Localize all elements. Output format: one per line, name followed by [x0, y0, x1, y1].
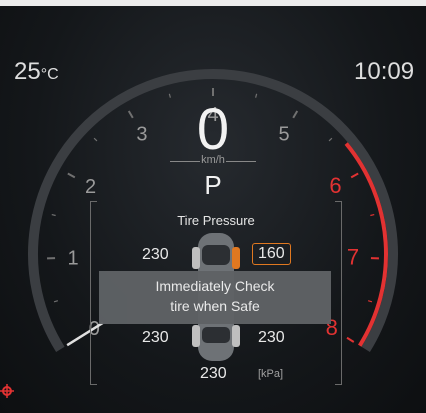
warning-line-2: tire when Safe	[170, 298, 260, 314]
engine-warning-icon	[0, 384, 14, 398]
tachometer-tick	[255, 93, 258, 98]
instrument-cluster: 012345678 25°C 10:09 0 km/h P Tire Press…	[0, 6, 426, 413]
rear-right-pressure: 230	[258, 329, 285, 346]
panel-bracket-left	[90, 201, 97, 385]
pressure-unit: [kPa]	[258, 368, 284, 380]
outside-temperature-value: 25	[14, 58, 41, 85]
tachometer-tick	[168, 93, 171, 98]
outside-temperature: 25°C	[14, 58, 59, 86]
tachometer-label: 1	[67, 248, 78, 270]
front-right-pressure: 160	[252, 243, 291, 265]
tachometer-tick	[370, 213, 375, 217]
spare-pressure: 230	[200, 365, 227, 382]
tachometer-label: 7	[347, 245, 359, 270]
warning-line-1: Immediately Check	[155, 278, 275, 294]
gear-indicator: P	[204, 170, 222, 200]
tire-panel-title: Tire Pressure	[177, 213, 255, 228]
tachometer-tick	[53, 300, 59, 303]
speed-divider-right	[226, 161, 256, 162]
rear-left-pressure: 230	[142, 329, 169, 346]
tachometer-tick	[367, 300, 373, 303]
panel-bracket-right	[335, 201, 342, 385]
clock: 10:09	[354, 58, 415, 85]
temperature-unit: °C	[40, 66, 59, 83]
speed-value: 0	[196, 97, 230, 162]
tachometer-tick	[346, 336, 355, 343]
tachometer-tick	[51, 213, 56, 217]
speed-unit: km/h	[201, 154, 225, 166]
front-left-pressure: 230	[142, 246, 169, 263]
tire-warning-message: Immediately Check tire when Safe	[99, 271, 331, 324]
